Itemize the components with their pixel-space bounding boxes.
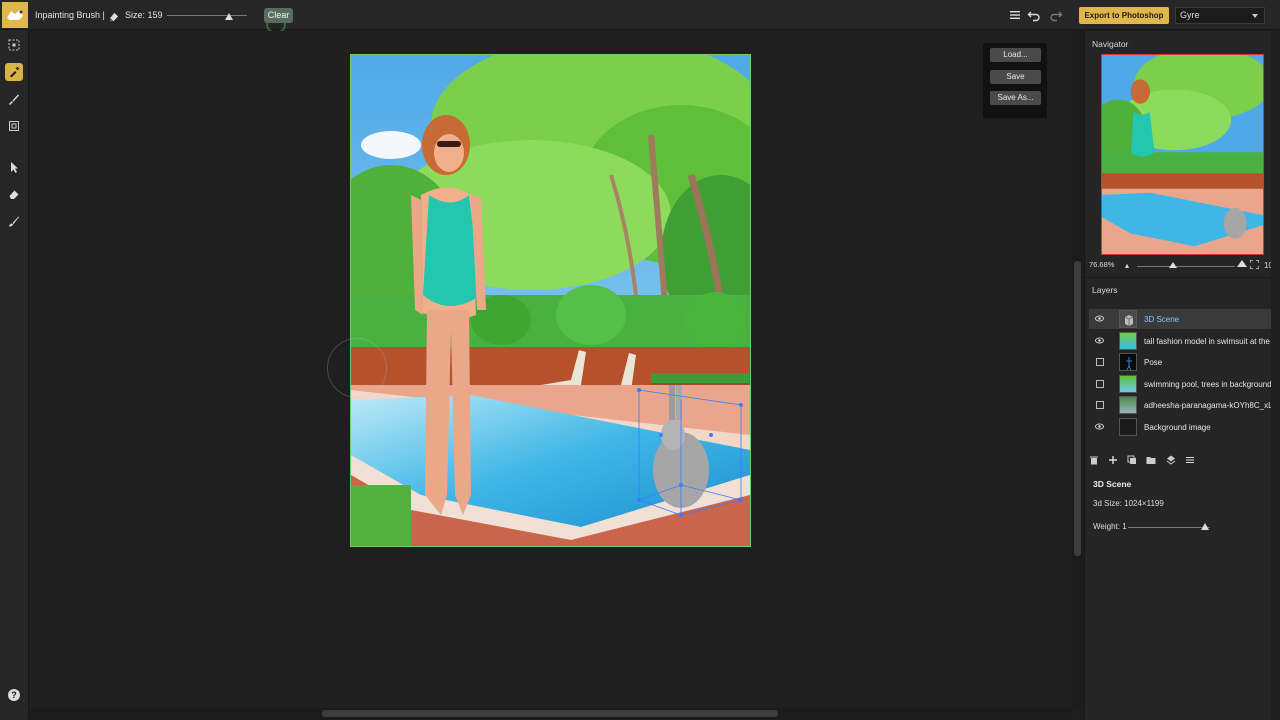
save-button[interactable]: Save <box>990 70 1041 84</box>
app-logo <box>2 2 28 28</box>
zoom-in-icon[interactable] <box>1237 260 1247 267</box>
paint-tool[interactable] <box>5 212 23 230</box>
layer-menu-icon[interactable] <box>1185 455 1195 465</box>
duplicate-layer-icon[interactable] <box>1127 455 1137 465</box>
right-panel: Navigator 76.68% ▴ 100 Layers <box>1084 31 1280 720</box>
crop-tool[interactable] <box>5 117 23 135</box>
layer-row[interactable]: Pose <box>1089 352 1278 372</box>
move-tool[interactable] <box>5 158 23 176</box>
layer-thumbnail <box>1119 375 1137 393</box>
layer-row[interactable]: 3D Scene <box>1089 309 1278 329</box>
scene-title: 3D Scene <box>1093 479 1132 489</box>
eraser-icon <box>9 190 19 199</box>
inpaint-tool[interactable] <box>5 63 23 81</box>
save-as-button[interactable]: Save As... <box>990 91 1041 105</box>
scene-size: 3d Size: 1024×1199 <box>1093 499 1164 508</box>
layer-thumbnail <box>1119 353 1137 371</box>
layer-row[interactable]: adheesha-paranagama-kOYh8C_xLU <box>1089 395 1278 415</box>
load-button[interactable]: Load... <box>990 48 1041 62</box>
selection-icon <box>8 39 20 51</box>
redo-icon[interactable] <box>1049 8 1063 22</box>
visibility-checkbox[interactable] <box>1096 358 1104 366</box>
layer-name: swimming pool, trees in background <box>1144 380 1272 389</box>
layer-thumbnail <box>1119 418 1137 436</box>
panel-divider <box>1085 277 1280 278</box>
layer-name: Pose <box>1144 358 1163 367</box>
inpainting-icon <box>10 66 20 78</box>
brush-tool[interactable] <box>5 90 23 108</box>
zoom-value[interactable]: 76.68% <box>1089 260 1114 269</box>
canvas-vertical-scrollbar[interactable] <box>1072 31 1083 707</box>
add-layer-icon[interactable] <box>1108 455 1118 465</box>
chevron-down-icon <box>1252 14 1258 18</box>
layer-row[interactable]: tall fashion model in swimsuit at the s <box>1089 331 1278 351</box>
scrollbar-thumb[interactable] <box>322 710 778 717</box>
navigator-title: Navigator <box>1092 39 1129 49</box>
panel-scrollbar[interactable] <box>1271 31 1280 720</box>
canvas-image[interactable] <box>350 54 751 547</box>
paintbrush-icon <box>9 216 19 227</box>
layer-row[interactable]: swimming pool, trees in background <box>1089 374 1278 394</box>
brush-size-slider-thumb[interactable] <box>225 13 233 20</box>
zoom-slider[interactable] <box>1137 266 1235 267</box>
clear-button[interactable]: Clear <box>264 8 293 23</box>
brush-size-slider[interactable] <box>167 15 247 16</box>
undo-icon[interactable] <box>1027 8 1041 22</box>
model-select-value: Gyre <box>1180 10 1200 20</box>
model-select[interactable]: Gyre <box>1175 7 1265 24</box>
layer-name: adheesha-paranagama-kOYh8C_xLU <box>1144 401 1278 410</box>
layer-thumbnail <box>1119 332 1137 350</box>
navigator-preview[interactable] <box>1101 54 1264 255</box>
pointer-icon <box>11 162 18 173</box>
visibility-checkbox[interactable] <box>1096 401 1104 409</box>
zoom-out-icon[interactable]: ▴ <box>1125 261 1129 270</box>
left-toolbar <box>0 30 29 720</box>
weight-label: Weight: 1 <box>1093 522 1127 531</box>
fit-to-screen-icon[interactable] <box>1250 260 1259 269</box>
eye-icon[interactable] <box>1095 336 1104 345</box>
hamburger-menu-icon[interactable] <box>1009 9 1021 21</box>
trash-icon[interactable] <box>1089 455 1099 465</box>
export-to-photoshop-button[interactable]: Export to Photoshop <box>1079 7 1169 24</box>
file-menu-popup: Load... Save Save As... <box>983 43 1047 118</box>
app-window: Inpainting Brush | Size: 159 Clear Expor… <box>0 0 1280 720</box>
layer-name: Background image <box>1144 423 1211 432</box>
layer-name: tall fashion model in swimsuit at the s <box>1144 337 1277 346</box>
brush-size-label: Size: 159 <box>125 10 163 20</box>
eye-icon[interactable] <box>1095 422 1104 431</box>
visibility-checkbox[interactable] <box>1096 380 1104 388</box>
frame-icon <box>9 121 19 131</box>
folder-icon[interactable] <box>1146 455 1156 465</box>
active-tool-name: Inpainting Brush | <box>35 10 105 20</box>
eraser-tool[interactable] <box>5 185 23 203</box>
layer-thumbnail <box>1119 396 1137 414</box>
scrollbar-thumb[interactable] <box>1074 261 1081 556</box>
brush-icon <box>9 94 19 105</box>
top-toolbar: Inpainting Brush | Size: 159 Clear Expor… <box>0 0 1280 43</box>
canvas-horizontal-scrollbar[interactable] <box>30 708 1072 720</box>
merge-layers-icon[interactable] <box>1166 455 1176 465</box>
layer-thumbnail <box>1119 310 1137 328</box>
eraser-mode-icon[interactable] <box>108 9 119 22</box>
help-icon[interactable]: ? <box>8 689 20 701</box>
layer-name: 3D Scene <box>1144 315 1180 324</box>
layer-row[interactable]: Background image <box>1089 417 1278 437</box>
marquee-tool[interactable] <box>5 36 23 54</box>
navigator-image <box>1102 55 1263 254</box>
eye-icon[interactable] <box>1095 314 1104 323</box>
zoom-slider-thumb[interactable] <box>1169 262 1177 268</box>
generated-image <box>351 55 750 546</box>
weight-slider-thumb[interactable] <box>1201 523 1209 530</box>
brush-cursor-outline <box>327 338 387 398</box>
weight-slider[interactable] <box>1128 527 1210 528</box>
layers-title: Layers <box>1092 285 1118 295</box>
